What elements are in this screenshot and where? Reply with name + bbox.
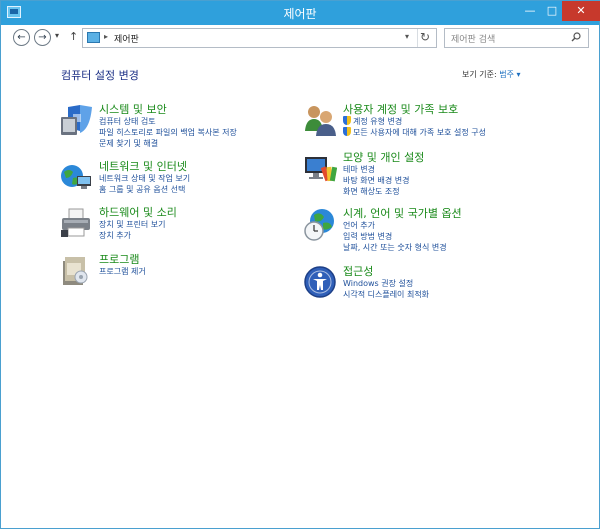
users-icon[interactable] (303, 103, 337, 137)
category-links: Windows 권장 설정 시각적 디스플레이 최적화 (343, 278, 429, 300)
breadcrumb-separator[interactable]: ▸ (104, 32, 108, 41)
link-change-account-type[interactable]: 계정 유형 변경 (343, 116, 486, 127)
category-title-network-internet[interactable]: 네트워크 및 인터넷 (99, 158, 187, 174)
category-title-clock-language-region[interactable]: 시계, 언어 및 국가별 옵션 (343, 205, 462, 221)
programs-box-icon[interactable] (59, 253, 93, 287)
link-add-device[interactable]: 장치 추가 (99, 230, 166, 241)
category-links: 네트워크 상태 및 작업 보기 홈 그룹 및 공유 옵션 선택 (99, 173, 190, 195)
link-homegroup-sharing[interactable]: 홈 그룹 및 공유 옵션 선택 (99, 184, 190, 195)
close-button[interactable]: ✕ (562, 1, 600, 21)
link-uninstall-program[interactable]: 프로그램 제거 (99, 266, 146, 277)
link-label: 모든 사용자에 대해 가족 보호 설정 구성 (353, 128, 487, 137)
up-button[interactable]: ↑ (69, 30, 78, 43)
link-optimize-visual-display[interactable]: 시각적 디스플레이 최적화 (343, 289, 429, 300)
category-network-internet: 네트워크 및 인터넷 네트워크 상태 및 작업 보기 홈 그룹 및 공유 옵션 … (59, 158, 299, 208)
network-globe-icon[interactable] (59, 160, 93, 194)
ease-of-access-icon[interactable] (303, 265, 337, 299)
link-change-input-method[interactable]: 입력 방법 변경 (343, 231, 447, 242)
maximize-button[interactable]: □ (541, 1, 563, 21)
address-divider (417, 29, 418, 47)
category-title-programs[interactable]: 프로그램 (99, 251, 139, 267)
uac-shield-icon (343, 116, 351, 125)
link-windows-recommended-settings[interactable]: Windows 권장 설정 (343, 278, 429, 289)
view-by-dropdown[interactable]: 범주 ▾ (499, 70, 520, 79)
category-links: 계정 유형 변경 모든 사용자에 대해 가족 보호 설정 구성 (343, 116, 486, 138)
system-security-shield-icon[interactable] (59, 103, 93, 137)
refresh-button[interactable]: ↻ (420, 30, 430, 44)
search-input[interactable]: 제어판 검색 (444, 28, 589, 48)
clock-globe-icon[interactable] (303, 207, 337, 241)
back-button[interactable]: ← (13, 29, 30, 46)
printer-icon[interactable] (59, 206, 93, 240)
forward-button[interactable]: → (34, 29, 51, 46)
recent-locations-button[interactable]: ▾ (55, 31, 59, 40)
link-devices-printers[interactable]: 장치 및 프린터 보기 (99, 219, 166, 230)
appearance-monitor-icon[interactable] (303, 151, 337, 185)
window-title: 제어판 (283, 7, 317, 21)
category-title-appearance[interactable]: 모양 및 개인 설정 (343, 149, 424, 165)
link-add-language[interactable]: 언어 추가 (343, 220, 447, 231)
page-title: 컴퓨터 설정 변경 (61, 69, 139, 82)
category-ease-of-access: 접근성 Windows 권장 설정 시각적 디스플레이 최적화 (303, 263, 543, 313)
control-panel-location-icon (87, 32, 100, 43)
search-icon[interactable] (571, 32, 581, 42)
address-history-button[interactable]: ▾ (405, 32, 409, 41)
category-links: 장치 및 프린터 보기 장치 추가 (99, 219, 166, 241)
search-placeholder: 제어판 검색 (451, 35, 496, 45)
link-date-time-number-format[interactable]: 날짜, 시간 또는 숫자 형식 변경 (343, 242, 447, 253)
link-change-theme[interactable]: 테마 변경 (343, 164, 410, 175)
category-user-accounts: 사용자 계정 및 가족 보호 계정 유형 변경 모든 사용자에 대해 가족 보호… (303, 101, 543, 151)
category-hardware-sound: 하드웨어 및 소리 장치 및 프린터 보기 장치 추가 (59, 204, 299, 254)
link-desktop-background[interactable]: 바탕 화면 배경 변경 (343, 175, 410, 186)
uac-shield-icon (343, 127, 351, 136)
category-title-system-security[interactable]: 시스템 및 보안 (99, 101, 167, 117)
category-links: 프로그램 제거 (99, 266, 146, 277)
category-title-hardware-sound[interactable]: 하드웨어 및 소리 (99, 204, 177, 220)
link-screen-resolution[interactable]: 화면 해상도 조정 (343, 186, 410, 197)
breadcrumb[interactable]: 제어판 (114, 32, 139, 45)
title-bar[interactable]: 제어판 — □ ✕ (1, 1, 600, 25)
link-family-safety[interactable]: 모든 사용자에 대해 가족 보호 설정 구성 (343, 127, 486, 138)
category-clock-language-region: 시계, 언어 및 국가별 옵션 언어 추가 입력 방법 변경 날짜, 시간 또는… (303, 205, 543, 255)
category-links: 컴퓨터 상태 검토 파일 히스토리로 파일의 백업 복사본 저장 문제 찾기 및… (99, 116, 237, 149)
category-title-user-accounts[interactable]: 사용자 계정 및 가족 보호 (343, 101, 458, 117)
category-programs: 프로그램 프로그램 제거 (59, 251, 299, 301)
category-title-ease-of-access[interactable]: 접근성 (343, 263, 373, 279)
category-links: 테마 변경 바탕 화면 배경 변경 화면 해상도 조정 (343, 164, 410, 197)
category-system-security: 시스템 및 보안 컴퓨터 상태 검토 파일 히스토리로 파일의 백업 복사본 저… (59, 101, 299, 151)
minimize-button[interactable]: — (519, 1, 541, 21)
link-review-computer-status[interactable]: 컴퓨터 상태 검토 (99, 116, 237, 127)
navigation-bar: ← → ▾ ↑ ▸ 제어판 ▾ ↻ 제어판 검색 (1, 25, 599, 51)
view-by-label: 보기 기준: (462, 70, 497, 79)
category-appearance: 모양 및 개인 설정 테마 변경 바탕 화면 배경 변경 화면 해상도 조정 (303, 149, 543, 199)
link-network-status[interactable]: 네트워크 상태 및 작업 보기 (99, 173, 190, 184)
link-file-history-backup[interactable]: 파일 히스토리로 파일의 백업 복사본 저장 (99, 127, 237, 138)
link-troubleshoot[interactable]: 문제 찾기 및 해결 (99, 138, 237, 149)
link-label: 계정 유형 변경 (353, 117, 403, 126)
view-by-control: 보기 기준: 범주 ▾ (462, 69, 521, 80)
control-panel-window: 제어판 — □ ✕ ← → ▾ ↑ ▸ 제어판 ▾ ↻ 제어판 검색 컴퓨터 설… (0, 0, 600, 529)
category-links: 언어 추가 입력 방법 변경 날짜, 시간 또는 숫자 형식 변경 (343, 220, 447, 253)
address-bar[interactable]: ▸ 제어판 ▾ ↻ (82, 28, 437, 48)
